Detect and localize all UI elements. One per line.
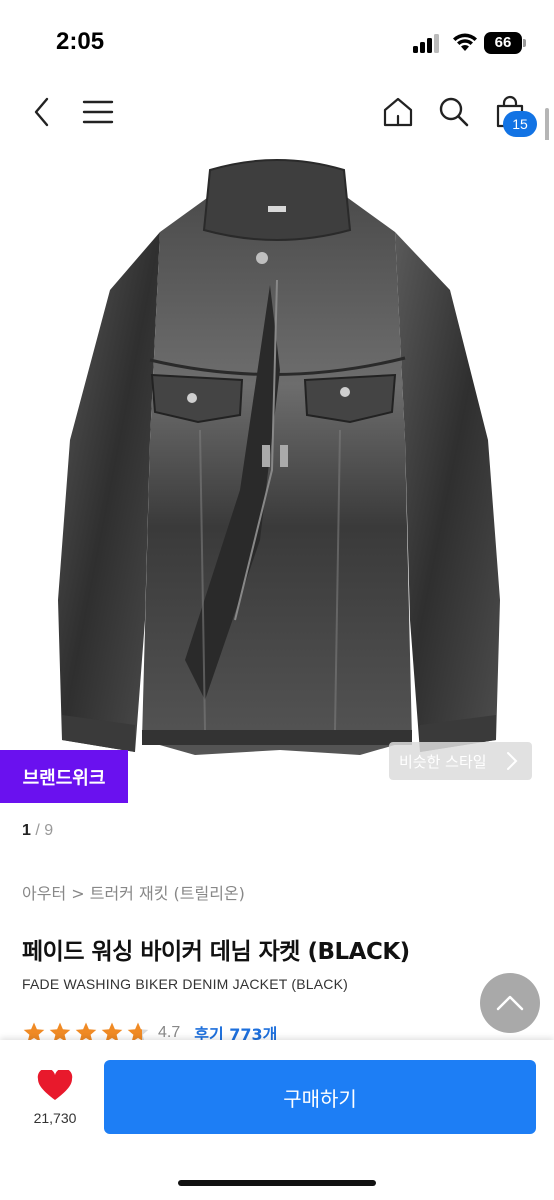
search-icon bbox=[439, 97, 469, 127]
back-icon bbox=[34, 97, 49, 127]
bottom-action-bar: 21,730 구매하기 bbox=[0, 1040, 554, 1200]
breadcrumb[interactable]: 아우터 > 트러커 재킷 (트릴리온) bbox=[22, 880, 245, 904]
home-indicator bbox=[178, 1180, 376, 1186]
menu-button[interactable] bbox=[78, 92, 118, 132]
cellular-signal-icon bbox=[413, 33, 441, 53]
menu-icon bbox=[82, 100, 114, 124]
battery-level: 66 bbox=[484, 32, 522, 54]
home-icon bbox=[383, 97, 413, 127]
similar-style-button[interactable]: 비슷한 스타일 bbox=[389, 742, 532, 780]
chevron-up-icon bbox=[496, 995, 524, 1011]
status-time: 2:05 bbox=[56, 28, 105, 55]
wishlist-button[interactable]: 21,730 bbox=[28, 1066, 82, 1132]
similar-style-label: 비슷한 스타일 bbox=[399, 752, 487, 771]
battery-tip bbox=[523, 39, 526, 47]
wishlist-count: 21,730 bbox=[33, 1110, 77, 1126]
product-subtitle: FADE WASHING BIKER DENIM JACKET (BLACK) bbox=[22, 976, 348, 992]
search-button[interactable] bbox=[434, 92, 474, 132]
top-nav bbox=[0, 84, 554, 140]
image-counter-total: / 9 bbox=[35, 822, 54, 839]
chevron-right-icon bbox=[507, 752, 518, 770]
image-counter-current: 1 bbox=[22, 822, 31, 839]
product-title: 페이드 워싱 바이커 데님 자켓 (BLACK) bbox=[22, 939, 410, 965]
product-image[interactable] bbox=[0, 140, 554, 802]
home-button[interactable] bbox=[378, 92, 418, 132]
back-button[interactable] bbox=[22, 92, 62, 132]
heart-icon bbox=[37, 1070, 73, 1100]
image-counter: 1 / 9 bbox=[22, 822, 53, 840]
cart-count-badge: 15 bbox=[503, 111, 537, 137]
status-bar: 2:05 66 bbox=[0, 0, 554, 84]
denim-jacket-illustration bbox=[58, 159, 500, 755]
scroll-to-top-button[interactable] bbox=[480, 973, 540, 1033]
buy-button[interactable]: 구매하기 bbox=[104, 1060, 536, 1134]
brand-week-badge[interactable]: 브랜드위크 bbox=[0, 750, 128, 803]
wifi-icon bbox=[453, 33, 477, 51]
